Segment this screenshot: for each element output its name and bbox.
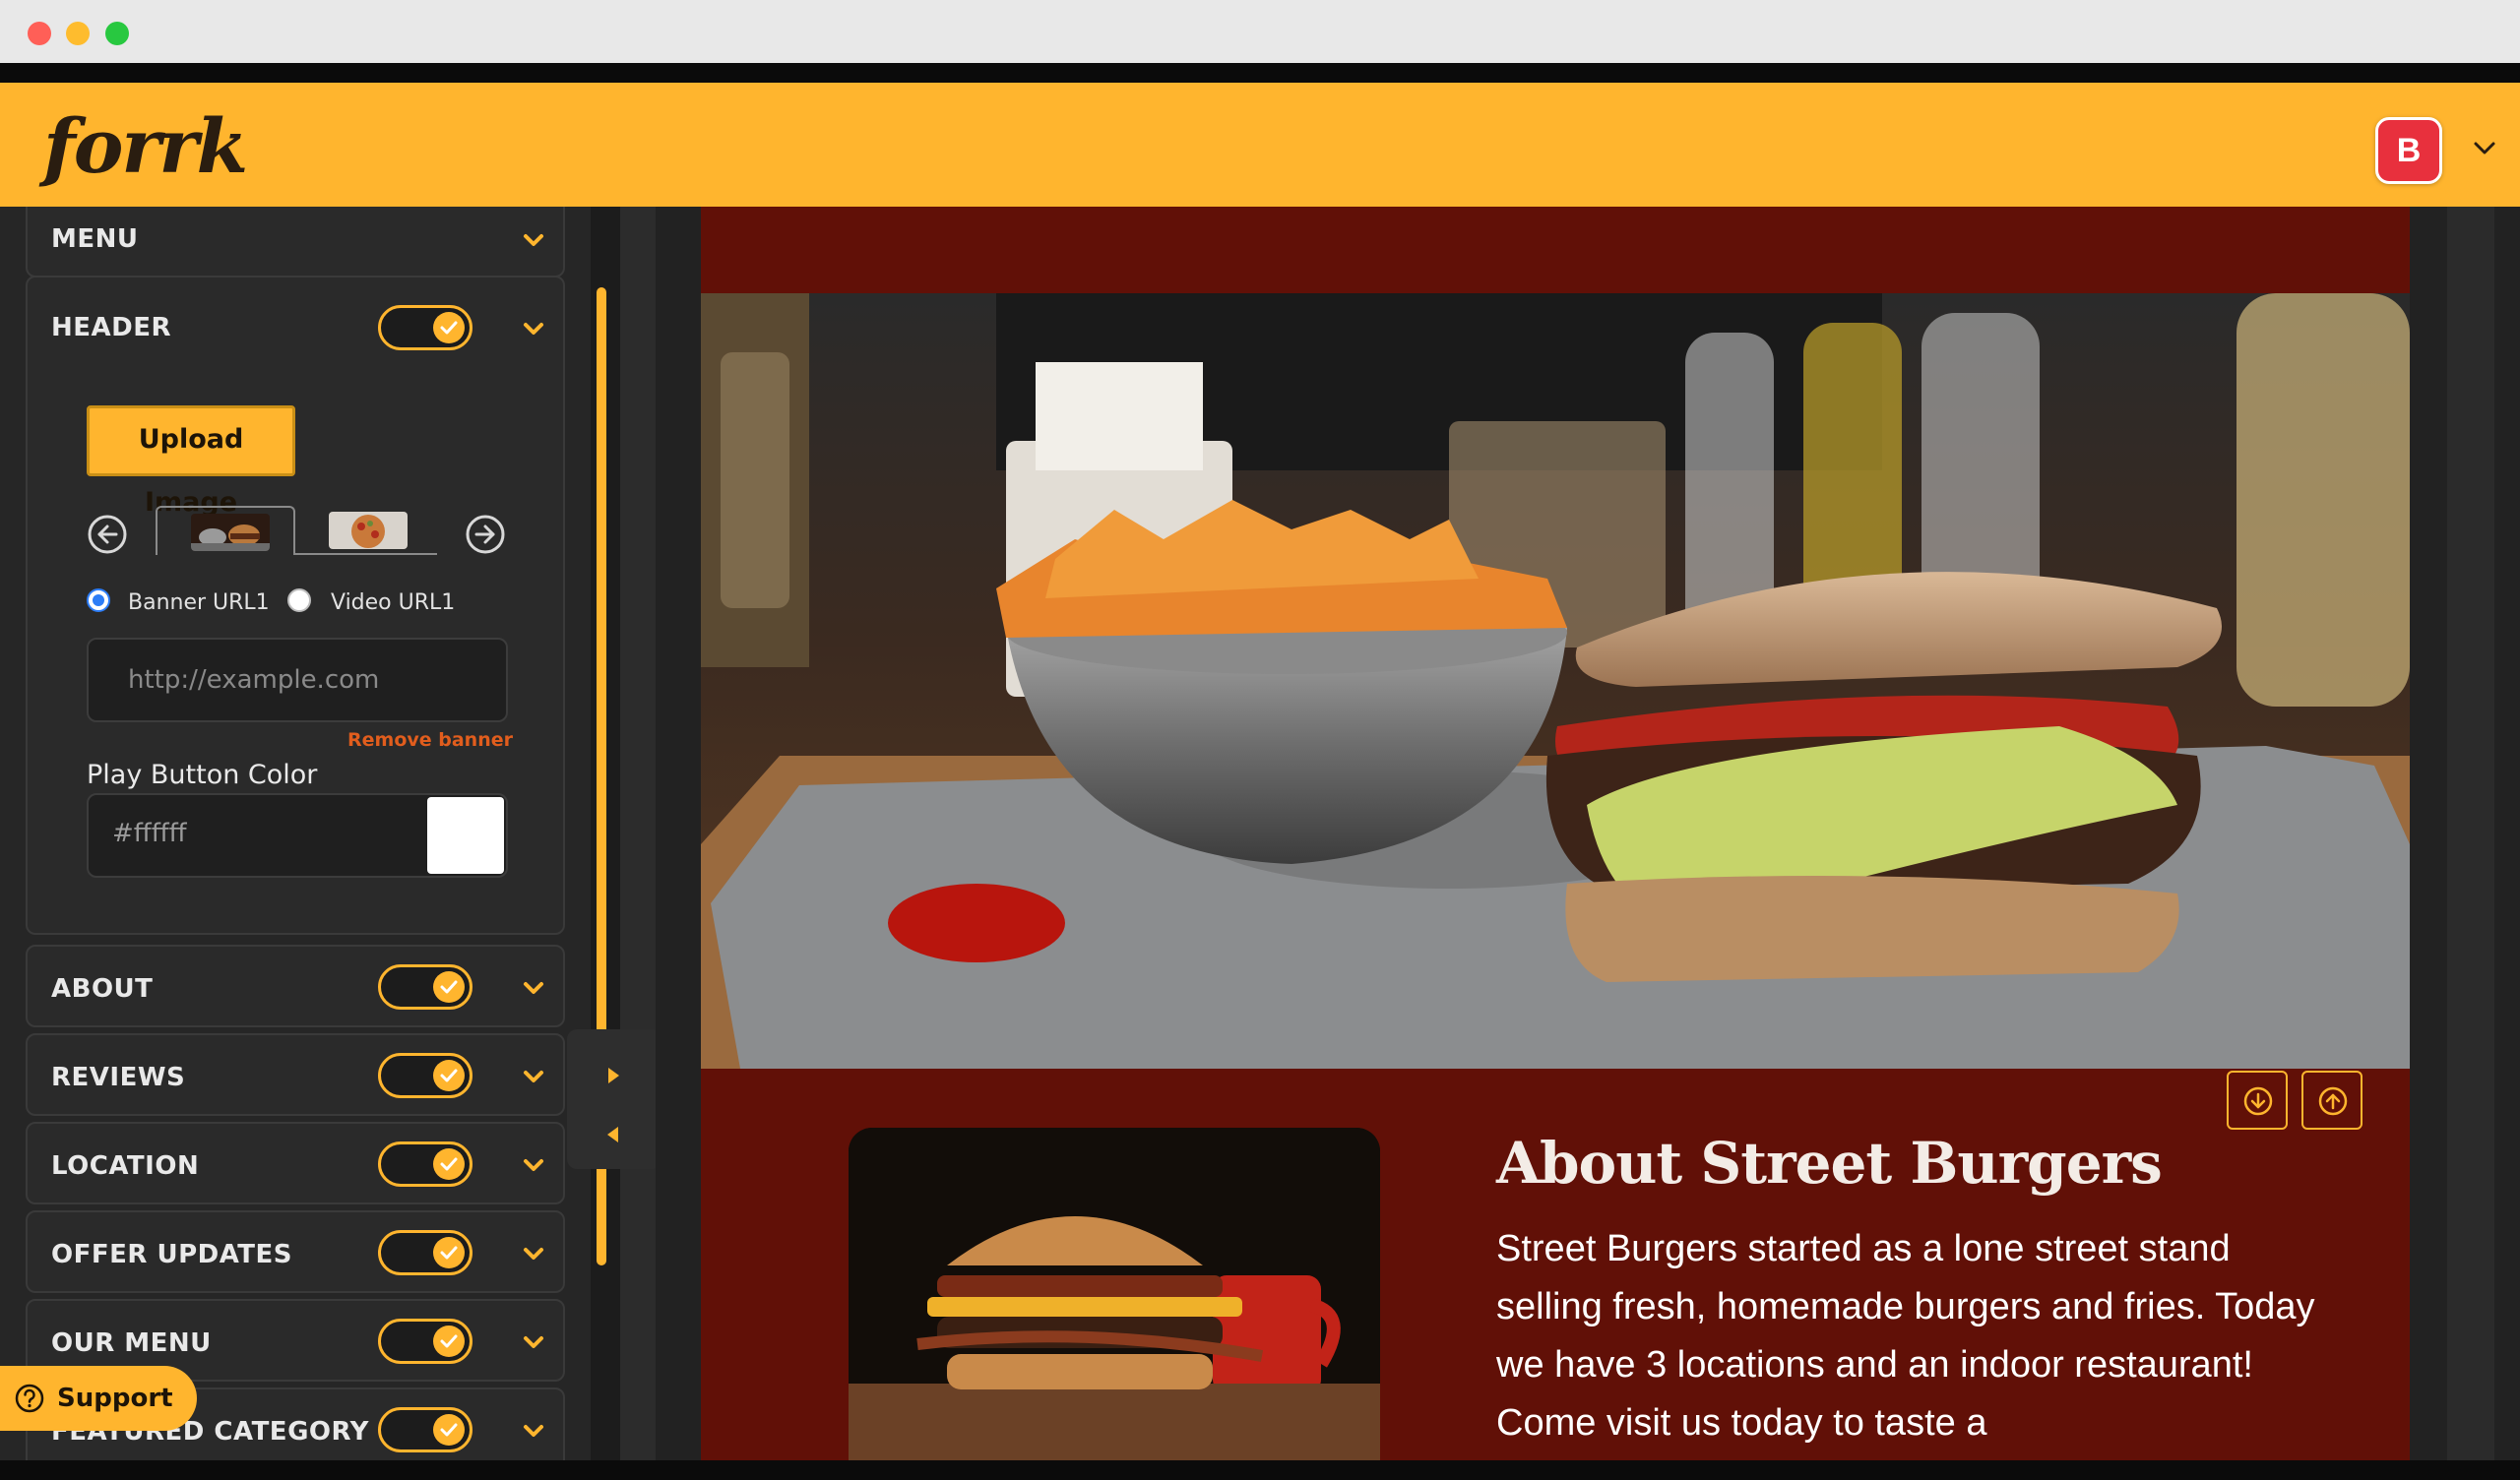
toggle-knob xyxy=(433,1414,465,1446)
play-button-color-input[interactable]: #ffffff xyxy=(87,793,508,878)
support-button[interactable]: Support xyxy=(0,1366,197,1431)
section-title: LOCATION xyxy=(51,1151,200,1181)
site-header-strip xyxy=(701,207,2410,293)
sidebar-collapse-handle xyxy=(567,1029,662,1169)
banner-thumbnail-tab-1[interactable] xyxy=(156,506,295,555)
section-reviews[interactable]: REVIEWS xyxy=(26,1033,565,1116)
banner-thumbnail-image xyxy=(329,512,408,549)
window-bottom-border xyxy=(0,1460,2520,1480)
arrow-up-circle-icon xyxy=(2318,1086,2348,1116)
section-menu[interactable]: MENU xyxy=(26,207,565,278)
move-section-up-button[interactable] xyxy=(2301,1071,2362,1130)
chevron-down-icon[interactable] xyxy=(518,313,549,344)
header-visibility-toggle[interactable] xyxy=(378,305,472,350)
section-title: MENU xyxy=(51,224,139,254)
caret-right-icon[interactable] xyxy=(602,1065,624,1086)
minimize-window-button[interactable] xyxy=(66,22,90,45)
section-title: REVIEWS xyxy=(51,1063,186,1092)
play-button-color-value[interactable]: #ffffff xyxy=(112,819,187,848)
app-logo[interactable]: forrk xyxy=(43,102,248,190)
banner-url-radio-label: Banner URL1 xyxy=(128,590,270,615)
upload-image-button[interactable]: Upload Image xyxy=(87,405,295,518)
play-button-color-label: Play Button Color xyxy=(87,760,318,790)
chevron-down-icon[interactable] xyxy=(518,1326,549,1358)
featured-category-visibility-toggle[interactable] xyxy=(378,1407,472,1452)
video-url-radio[interactable] xyxy=(287,588,311,612)
check-icon xyxy=(440,980,458,994)
close-window-button[interactable] xyxy=(28,22,51,45)
caret-left-icon[interactable] xyxy=(602,1124,624,1145)
about-description: Street Burgers started as a lone street … xyxy=(1496,1228,2315,1444)
about-image xyxy=(849,1128,1380,1470)
remove-banner-link[interactable]: Remove banner xyxy=(347,729,513,751)
chevron-down-icon[interactable] xyxy=(518,972,549,1004)
burger-and-fries-photo xyxy=(701,293,2410,1069)
move-section-down-button[interactable] xyxy=(2227,1071,2288,1130)
banner-thumbnail-tab-2[interactable] xyxy=(295,506,437,555)
about-title: About Street Burgers xyxy=(1496,1130,2163,1197)
section-title: OUR MENU xyxy=(51,1328,212,1358)
support-label: Support xyxy=(57,1384,173,1413)
check-icon xyxy=(440,1246,458,1260)
editor-sidebar: MENU HEADER Upload Image Banner URL1 Vid… xyxy=(0,207,591,1470)
offer-updates-visibility-toggle[interactable] xyxy=(378,1230,472,1275)
section-title: ABOUT xyxy=(51,974,154,1004)
toggle-knob xyxy=(433,971,465,1003)
app-header: forrk B xyxy=(0,83,2520,207)
reviews-visibility-toggle[interactable] xyxy=(378,1053,472,1098)
toggle-knob xyxy=(433,1148,465,1180)
check-icon xyxy=(440,1157,458,1171)
maximize-window-button[interactable] xyxy=(105,22,129,45)
arrow-left-circle-icon[interactable] xyxy=(87,514,128,555)
check-icon xyxy=(440,1334,458,1348)
chevron-down-icon[interactable] xyxy=(518,1149,549,1181)
toggle-knob xyxy=(433,312,465,343)
chevron-down-icon[interactable] xyxy=(518,1238,549,1269)
check-icon xyxy=(440,321,458,335)
check-icon xyxy=(440,1423,458,1437)
about-visibility-toggle[interactable] xyxy=(378,964,472,1010)
color-swatch[interactable] xyxy=(427,797,504,874)
preview-right-gutter xyxy=(2447,207,2494,1470)
toggle-knob xyxy=(433,1060,465,1091)
chevron-down-icon[interactable] xyxy=(518,1415,549,1447)
window-top-border xyxy=(0,63,2520,83)
help-circle-icon xyxy=(15,1384,44,1413)
arrow-right-circle-icon[interactable] xyxy=(465,514,506,555)
location-visibility-toggle[interactable] xyxy=(378,1141,472,1187)
sidebar-divider xyxy=(620,207,656,1470)
burger-photo xyxy=(849,1128,1380,1470)
section-about[interactable]: ABOUT xyxy=(26,945,565,1027)
our-menu-visibility-toggle[interactable] xyxy=(378,1319,472,1364)
video-url-radio-label: Video URL1 xyxy=(331,590,456,615)
account-avatar[interactable]: B xyxy=(2375,117,2442,184)
section-location[interactable]: LOCATION xyxy=(26,1122,565,1204)
section-title: HEADER xyxy=(51,313,172,342)
toggle-knob xyxy=(433,1237,465,1268)
banner-thumbnail-image xyxy=(191,514,270,551)
section-offer-updates[interactable]: OFFER UPDATES xyxy=(26,1210,565,1293)
chevron-down-icon[interactable] xyxy=(518,1061,549,1092)
toggle-knob xyxy=(433,1326,465,1357)
arrow-down-circle-icon xyxy=(2243,1086,2273,1116)
window-titlebar xyxy=(0,0,2520,63)
section-header: HEADER Upload Image Banner URL1 Video UR… xyxy=(26,276,565,935)
banner-url-radio[interactable] xyxy=(87,588,110,612)
check-icon xyxy=(440,1069,458,1082)
section-title: OFFER UPDATES xyxy=(51,1240,293,1269)
banner-url-input[interactable]: http://example.com xyxy=(87,638,508,722)
account-menu-chevron-icon[interactable] xyxy=(2469,132,2500,163)
banner-image[interactable] xyxy=(701,293,2410,1069)
chevron-down-icon[interactable] xyxy=(518,224,549,256)
